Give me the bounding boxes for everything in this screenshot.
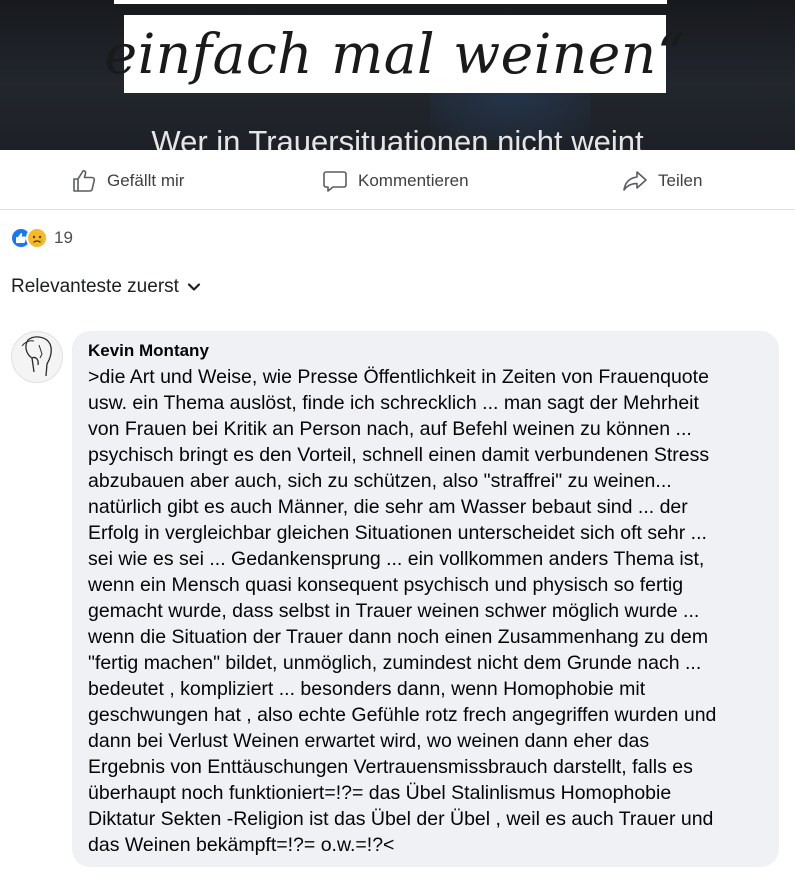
share-button[interactable]: Teilen xyxy=(622,166,702,196)
comment-button[interactable]: Kommentieren xyxy=(322,166,469,196)
sort-label: Relevanteste zuerst xyxy=(11,276,179,297)
comment-bubble-icon xyxy=(323,171,347,192)
image-title: einfach mal weinen“ xyxy=(104,22,686,86)
image-subtitle: Wer in Trauersituationen nicht weint xyxy=(151,124,644,150)
like-button[interactable]: Gefällt mir xyxy=(71,166,184,196)
comment-text: >die Art und Weise, wie Presse Öffentlic… xyxy=(88,366,717,856)
reaction-count: 19 xyxy=(54,228,73,247)
share-label: Teilen xyxy=(658,171,703,190)
sketch-face-icon xyxy=(21,336,52,377)
reaction-summary[interactable]: 19 xyxy=(10,226,73,250)
comment-author[interactable]: Kevin Montany xyxy=(88,341,767,361)
comment-sort-dropdown[interactable]: Relevanteste zuerst xyxy=(11,276,201,298)
post-image[interactable]: einfach mal weinen“ Wer in Trauersituati… xyxy=(0,0,795,150)
comment-bubble: Kevin Montany >die Art und Weise, wie Pr… xyxy=(72,331,779,867)
like-label: Gefällt mir xyxy=(107,171,185,190)
thumbs-up-icon xyxy=(73,170,96,192)
sad-reaction-icon xyxy=(26,227,48,249)
chevron-down-icon xyxy=(187,283,201,291)
share-arrow-icon xyxy=(623,171,647,191)
image-title-box: einfach mal weinen“ xyxy=(105,15,685,93)
avatar[interactable] xyxy=(11,331,63,383)
comment-label: Kommentieren xyxy=(358,171,469,190)
image-title-strip xyxy=(114,0,667,4)
post-action-bar: Gefällt mir Kommentieren Teilen xyxy=(0,150,795,210)
